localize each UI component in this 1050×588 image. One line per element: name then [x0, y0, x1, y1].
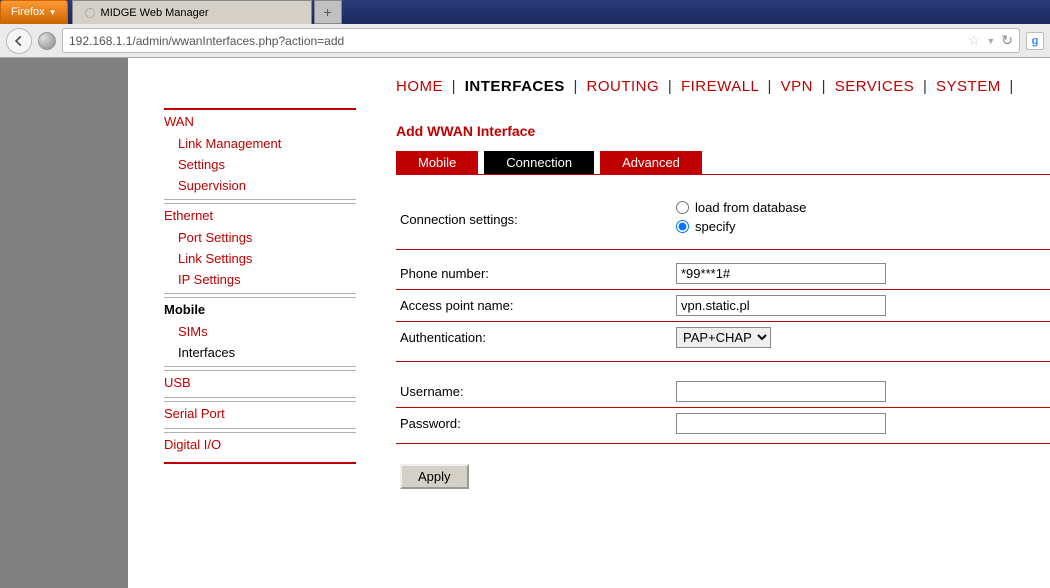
- url-text: 192.168.1.1/admin/wwanInterfaces.php?act…: [69, 34, 962, 48]
- back-button[interactable]: [6, 28, 32, 54]
- url-input[interactable]: 192.168.1.1/admin/wwanInterfaces.php?act…: [62, 28, 1020, 53]
- search-engine-icon[interactable]: g: [1026, 32, 1044, 50]
- sidebar-item-settings[interactable]: Settings: [164, 154, 356, 175]
- tab-title: MIDGE Web Manager: [101, 7, 209, 19]
- input-username[interactable]: [676, 381, 886, 402]
- input-apn[interactable]: [676, 295, 886, 316]
- top-nav: HOME | INTERFACES | ROUTING | FIREWALL |…: [396, 78, 1050, 95]
- input-phone-number[interactable]: [676, 263, 886, 284]
- nav-interfaces[interactable]: INTERFACES: [465, 78, 565, 95]
- nav-home[interactable]: HOME: [396, 78, 443, 95]
- nav-firewall[interactable]: FIREWALL: [681, 78, 759, 95]
- sidebar-item-link-settings[interactable]: Link Settings: [164, 248, 356, 269]
- input-password[interactable]: [676, 413, 886, 434]
- dropdown-icon: ▼: [49, 8, 57, 17]
- radio-specify[interactable]: [676, 220, 689, 233]
- radio-load-label: load from database: [695, 200, 806, 215]
- loading-spinner-icon: [85, 8, 95, 18]
- tab-mobile[interactable]: Mobile: [396, 151, 478, 174]
- new-tab-button[interactable]: +: [314, 0, 342, 24]
- sidebar-item-supervision[interactable]: Supervision: [164, 175, 356, 196]
- label-password: Password:: [396, 416, 676, 431]
- select-authentication[interactable]: PAP+CHAP: [676, 327, 771, 348]
- radio-load-from-database[interactable]: [676, 201, 689, 214]
- page-title: Add WWAN Interface: [396, 123, 1050, 139]
- nav-vpn[interactable]: VPN: [781, 78, 813, 95]
- main-content: HOME | INTERFACES | ROUTING | FIREWALL |…: [376, 58, 1050, 588]
- sidebar-item-interfaces[interactable]: Interfaces: [164, 342, 356, 363]
- firefox-label: Firefox: [11, 6, 45, 18]
- browser-tab[interactable]: MIDGE Web Manager: [72, 0, 312, 24]
- tab-advanced[interactable]: Advanced: [600, 151, 702, 174]
- page-margin: [0, 58, 128, 588]
- nav-services[interactable]: SERVICES: [835, 78, 915, 95]
- sidebar-item-ip-settings[interactable]: IP Settings: [164, 269, 356, 290]
- bookmark-star-icon[interactable]: ☆: [968, 32, 981, 49]
- sidebar-head-ethernet[interactable]: Ethernet: [164, 203, 356, 227]
- tabs: Mobile Connection Advanced: [396, 151, 1050, 174]
- sidebar-head-wan[interactable]: WAN: [164, 108, 356, 133]
- label-authentication: Authentication:: [396, 330, 676, 345]
- sidebar-head-serial-port[interactable]: Serial Port: [164, 401, 356, 425]
- sidebar-head-digital-io[interactable]: Digital I/O: [164, 432, 356, 456]
- label-connection-settings: Connection settings:: [396, 212, 676, 227]
- history-dropdown-icon[interactable]: ▼: [986, 36, 995, 46]
- sidebar-item-port-settings[interactable]: Port Settings: [164, 227, 356, 248]
- globe-icon: [38, 32, 56, 50]
- apply-button[interactable]: Apply: [400, 464, 469, 489]
- sidebar: WAN Link Management Settings Supervision…: [128, 58, 376, 588]
- reload-icon[interactable]: ↻: [1001, 32, 1013, 49]
- label-phone-number: Phone number:: [396, 266, 676, 281]
- firefox-menu-button[interactable]: Firefox ▼: [0, 0, 68, 24]
- label-apn: Access point name:: [396, 298, 676, 313]
- sidebar-head-mobile[interactable]: Mobile: [164, 297, 356, 321]
- browser-tab-bar: Firefox ▼ MIDGE Web Manager +: [0, 0, 1050, 24]
- nav-routing[interactable]: ROUTING: [587, 78, 660, 95]
- sidebar-item-sims[interactable]: SIMs: [164, 321, 356, 342]
- sidebar-head-usb[interactable]: USB: [164, 370, 356, 394]
- nav-system[interactable]: SYSTEM: [936, 78, 1001, 95]
- radio-specify-label: specify: [695, 219, 735, 234]
- url-bar: 192.168.1.1/admin/wwanInterfaces.php?act…: [0, 24, 1050, 58]
- plus-icon: +: [323, 4, 331, 20]
- arrow-left-icon: [12, 34, 26, 48]
- tab-connection[interactable]: Connection: [484, 151, 594, 174]
- sidebar-item-link-management[interactable]: Link Management: [164, 133, 356, 154]
- label-username: Username:: [396, 384, 676, 399]
